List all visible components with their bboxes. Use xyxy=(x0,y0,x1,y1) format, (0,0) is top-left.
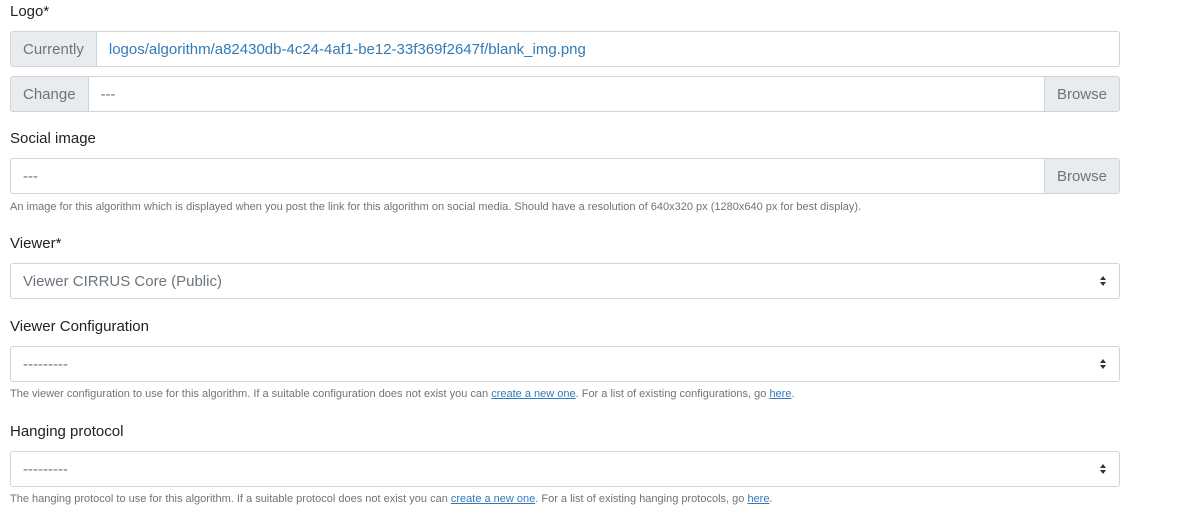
hanging-protocol-select[interactable]: --------- xyxy=(10,451,1120,487)
currently-addon: Currently xyxy=(11,32,97,66)
logo-change-group[interactable]: Change --- Browse xyxy=(10,76,1120,112)
change-addon: Change xyxy=(11,77,89,111)
social-image-group[interactable]: --- Browse xyxy=(10,158,1120,194)
social-image-help: An image for this algorithm which is dis… xyxy=(10,201,862,213)
logo-browse-button[interactable]: Browse xyxy=(1043,77,1119,111)
viewer-label: Viewer* xyxy=(10,235,62,252)
help-text: . xyxy=(791,388,795,400)
viewer-configurations-list-link[interactable]: here xyxy=(769,388,791,400)
hanging-protocol-help: The hanging protocol to use for this alg… xyxy=(10,492,773,506)
viewer-configuration-selected-value: --------- xyxy=(23,355,68,373)
help-text: . For a list of existing hanging protoco… xyxy=(535,493,748,505)
select-arrows-icon xyxy=(1100,464,1106,474)
hanging-protocol-label: Hanging protocol xyxy=(10,423,124,440)
select-arrows-icon xyxy=(1100,276,1106,286)
create-hanging-protocol-link[interactable]: create a new one xyxy=(451,493,535,505)
hanging-protocol-selected-value: --------- xyxy=(23,460,68,478)
help-text: The hanging protocol to use for this alg… xyxy=(10,493,451,505)
select-arrows-icon xyxy=(1100,359,1106,369)
logo-file-input[interactable]: --- xyxy=(89,77,1044,111)
viewer-configuration-label: Viewer Configuration xyxy=(10,318,149,335)
viewer-configuration-help: The viewer configuration to use for this… xyxy=(10,387,795,401)
logo-label: Logo* xyxy=(10,3,50,20)
viewer-selected-value: Viewer CIRRUS Core (Public) xyxy=(23,272,222,290)
current-file-field: logos/algorithm/a82430db-4c24-4af1-be12-… xyxy=(97,32,1119,66)
hanging-protocols-list-link[interactable]: here xyxy=(747,493,769,505)
help-text: . For a list of existing configurations,… xyxy=(575,388,770,400)
social-image-label: Social image xyxy=(10,130,96,147)
current-logo-link[interactable]: logos/algorithm/a82430db-4c24-4af1-be12-… xyxy=(109,41,586,58)
social-image-browse-button[interactable]: Browse xyxy=(1043,159,1119,193)
create-viewer-configuration-link[interactable]: create a new one xyxy=(491,388,575,400)
help-text: . xyxy=(769,493,773,505)
viewer-configuration-select[interactable]: --------- xyxy=(10,346,1120,382)
logo-current-group: Currently logos/algorithm/a82430db-4c24-… xyxy=(10,31,1120,67)
viewer-select[interactable]: Viewer CIRRUS Core (Public) xyxy=(10,263,1120,299)
help-text: The viewer configuration to use for this… xyxy=(10,388,492,400)
social-image-file-input[interactable]: --- xyxy=(11,159,1044,193)
